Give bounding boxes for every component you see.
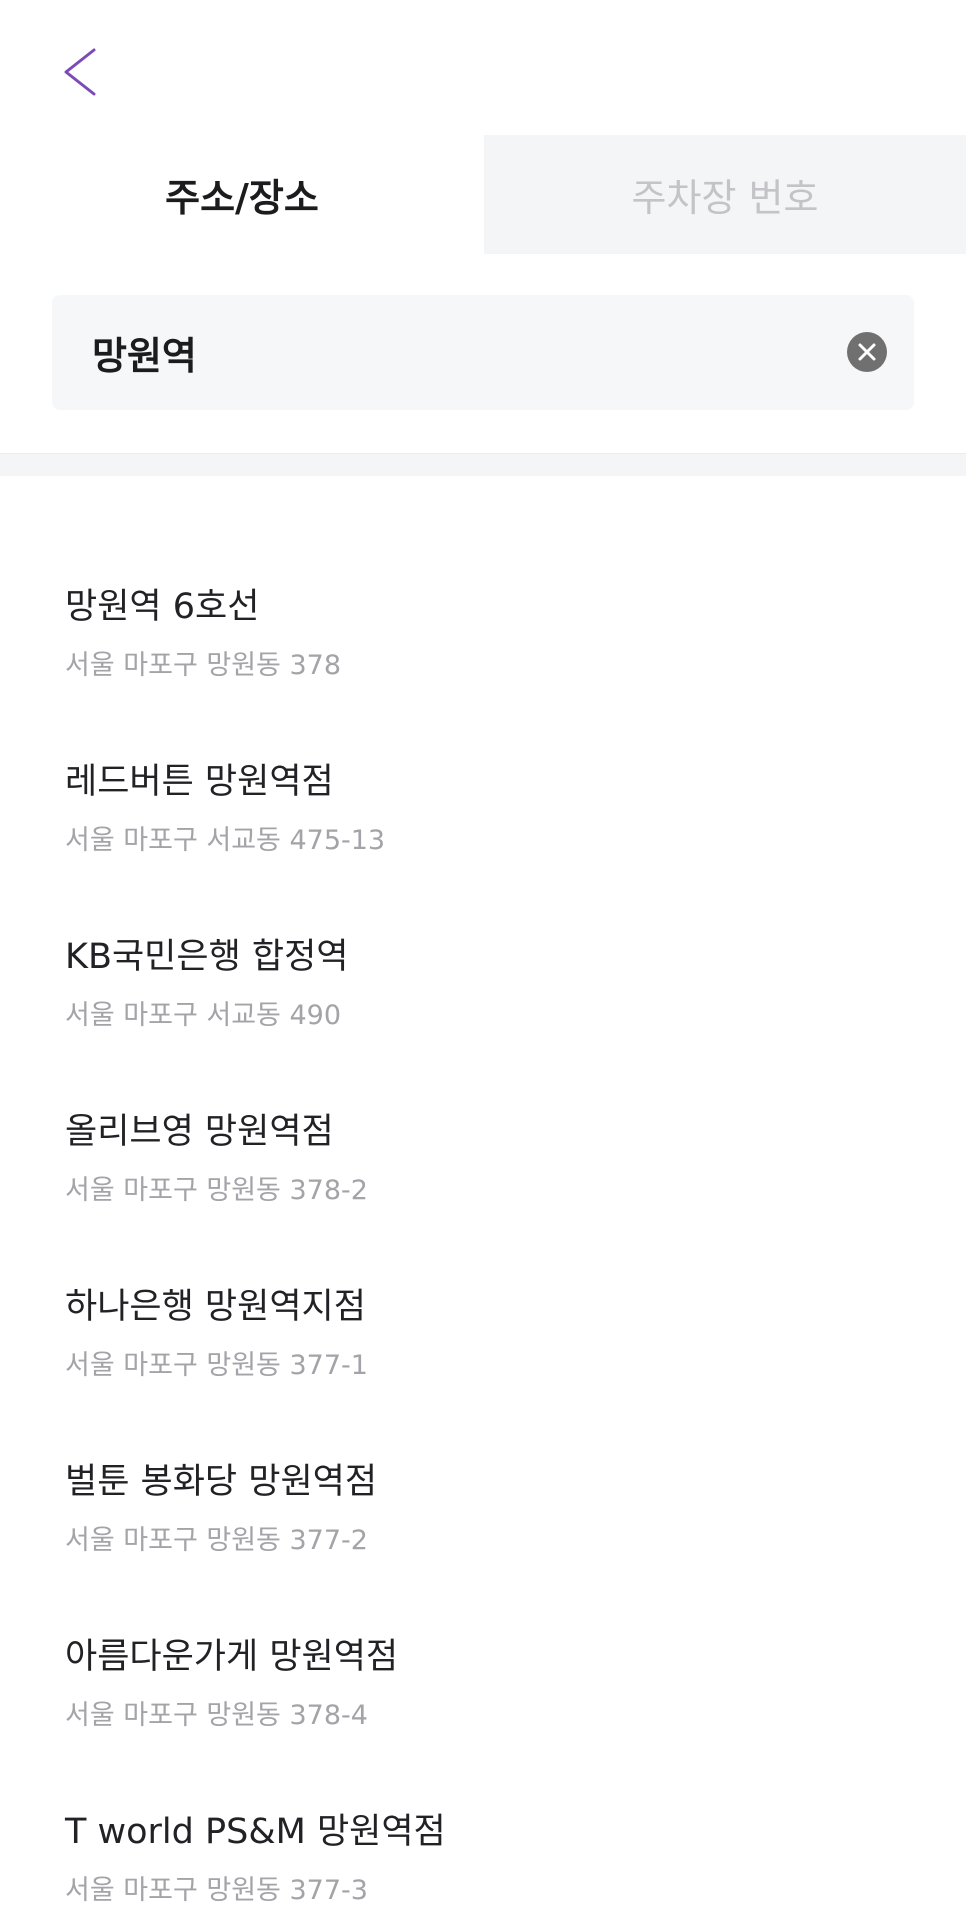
list-item[interactable]: 아름다운가게 망원역점 서울 마포구 망원동 378-4 (0, 1525, 966, 1730)
close-icon (858, 343, 876, 361)
search-mode-tabs: 주소/장소 주차장 번호 (0, 135, 966, 254)
list-item[interactable]: 레드버튼 망원역점 서울 마포구 서교동 475-13 (0, 650, 966, 855)
tab-parking-number-label: 주차장 번호 (631, 176, 819, 220)
back-button[interactable] (52, 40, 112, 104)
search-input[interactable] (92, 295, 812, 410)
result-name: T world PS&M 망원역점 (65, 1812, 446, 1852)
clear-search-button[interactable] (847, 332, 887, 372)
list-item[interactable]: 하나은행 망원역지점 서울 마포구 망원동 377-1 (0, 1175, 966, 1380)
result-name: 망원역 6호선 (65, 587, 260, 627)
result-address: 서울 마포구 망원동 377-3 (65, 1875, 368, 1906)
list-item[interactable]: T world PS&M 망원역점 서울 마포구 망원동 377-3 (0, 1700, 966, 1905)
tab-parking-number[interactable]: 주차장 번호 (484, 135, 966, 254)
tab-address-place-label: 주소/장소 (165, 176, 319, 220)
list-item[interactable]: 올리브영 망원역점 서울 마포구 망원동 378-2 (0, 1000, 966, 1205)
list-item[interactable]: KB국민은행 합정역 서울 마포구 서교동 490 (0, 825, 966, 1030)
chevron-left-icon (64, 48, 96, 96)
search-box (52, 295, 914, 410)
result-name: KB국민은행 합정역 (65, 937, 349, 977)
result-name: 벌툰 봉화당 망원역점 (65, 1462, 378, 1502)
result-name: 레드버튼 망원역점 (65, 762, 334, 802)
result-name: 올리브영 망원역점 (65, 1112, 334, 1152)
result-name: 아름다운가게 망원역점 (65, 1637, 399, 1677)
top-bar (0, 0, 966, 130)
tab-address-place[interactable]: 주소/장소 (0, 135, 484, 254)
search-results-list: 망원역 6호선 서울 마포구 망원동 378 레드버튼 망원역점 서울 마포구 … (0, 475, 966, 1920)
section-divider (0, 453, 966, 476)
result-name: 하나은행 망원역지점 (65, 1287, 366, 1327)
list-item[interactable]: 망원역 6호선 서울 마포구 망원동 378 (0, 475, 966, 680)
list-item[interactable]: 벌툰 봉화당 망원역점 서울 마포구 망원동 377-2 (0, 1350, 966, 1555)
